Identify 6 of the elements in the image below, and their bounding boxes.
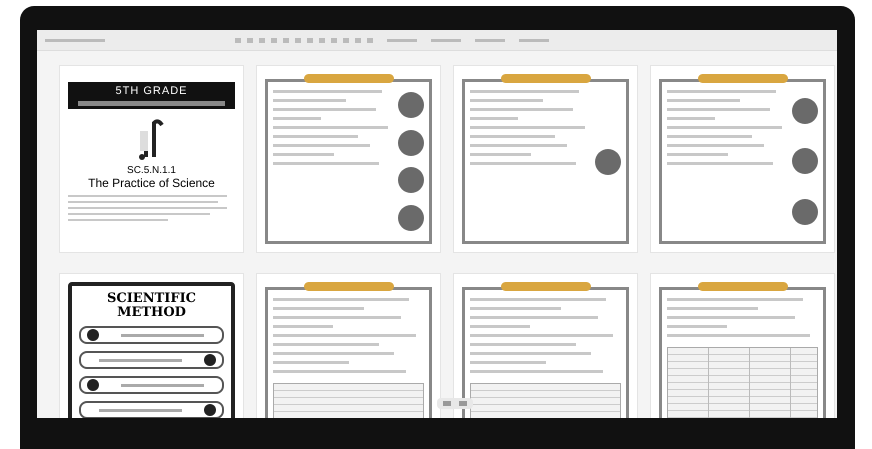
standard-code: SC.5.N.1.1 xyxy=(127,165,176,176)
page-thumbnail[interactable]: SCIENTIFIC METHOD xyxy=(59,273,244,418)
poster-title: SCIENTIFIC METHOD xyxy=(106,292,198,320)
cover-title: 5TH GRADE xyxy=(116,85,188,97)
page-thumbnail[interactable]: 5TH GRADE SC.5.N.1.1 The Practice of Science xyxy=(59,65,244,253)
cover-subtitle: The Practice of Science xyxy=(88,176,215,190)
